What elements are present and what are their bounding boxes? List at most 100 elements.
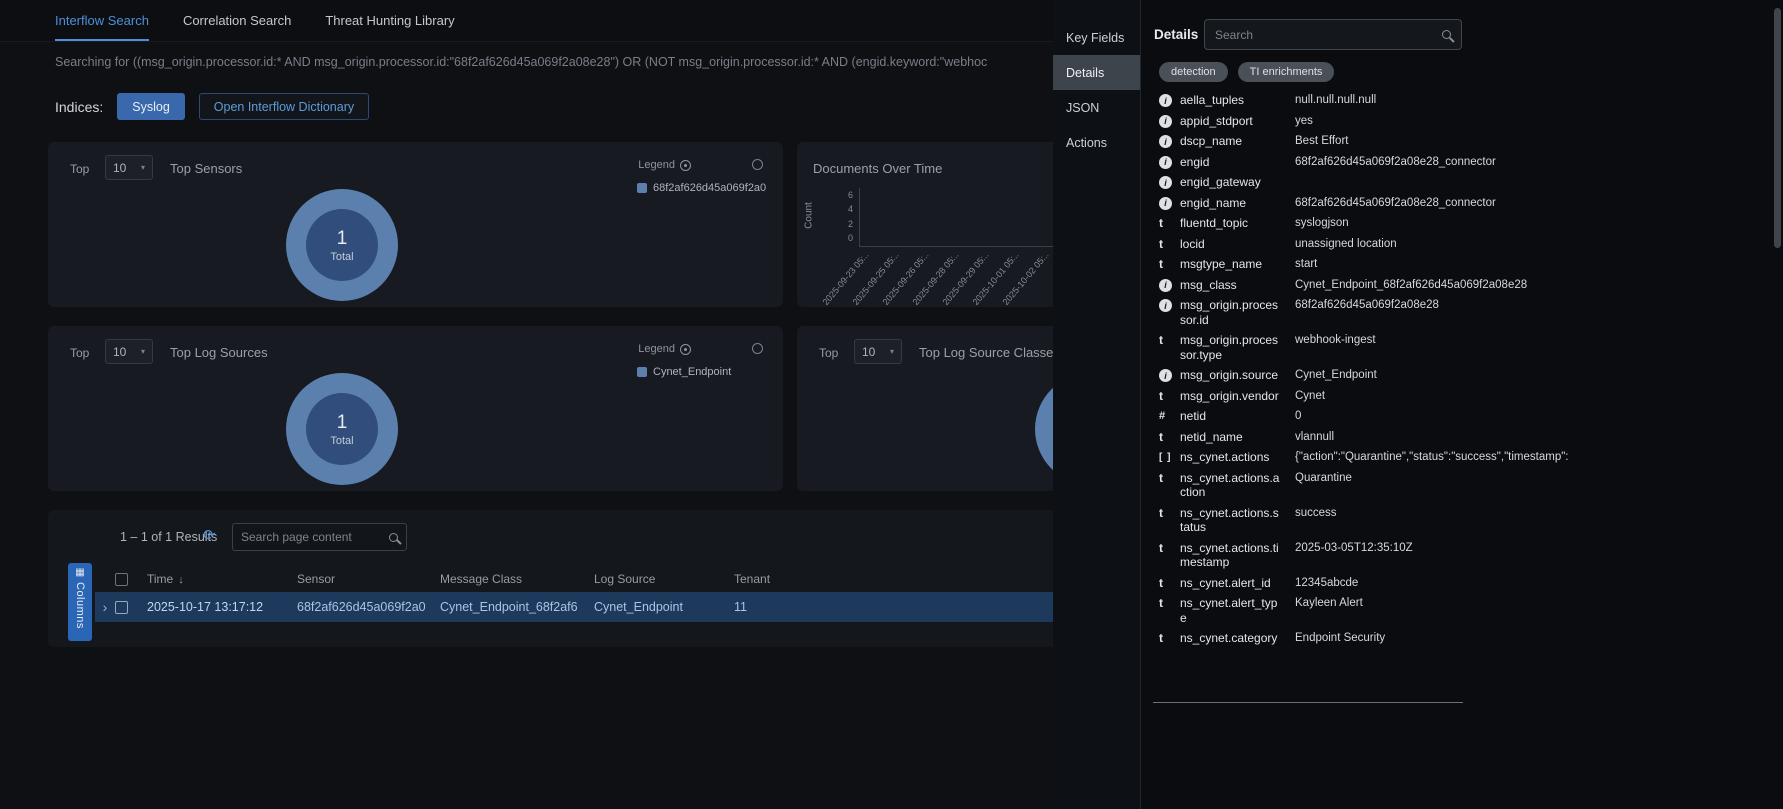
details-tags: detection TI enrichments (1159, 62, 1334, 82)
donut-total-label: Total (330, 435, 353, 447)
tab-item[interactable]: Threat Hunting Library (325, 0, 454, 41)
info-icon (1159, 197, 1172, 210)
legend-item[interactable]: Cynet_Endpoint (637, 366, 769, 378)
legend-item-label: 68f2af626d45a069f2a0 (653, 182, 766, 194)
tag-pill[interactable]: detection (1159, 62, 1228, 82)
field-row[interactable]: msg_class Cynet_Endpoint_68f2af626d45a06… (1141, 275, 1771, 296)
top-log-sources-donut-chart[interactable]: 1 Total (286, 373, 398, 485)
search-icon (389, 533, 398, 542)
details-search-input[interactable] (1215, 28, 1434, 42)
field-name: ns_cynet.actions.timestamp (1180, 541, 1281, 570)
legend-header[interactable]: Legend (638, 159, 691, 171)
page-content-search-input[interactable] (241, 530, 383, 544)
field-row[interactable]: netid_name vlannull (1141, 427, 1771, 448)
column-header-log-source[interactable]: Log Source (594, 572, 734, 586)
columns-button[interactable]: ▦ Columns (68, 563, 92, 641)
indices-label: Indices: (55, 99, 103, 115)
top-count-value: 10 (113, 345, 126, 359)
field-name: netid_name (1180, 430, 1281, 445)
field-row[interactable]: msg_origin.vendor Cynet (1141, 386, 1771, 407)
panel-expand-icon[interactable] (752, 343, 763, 354)
field-row[interactable]: aella_tuples null.null.null.null (1141, 90, 1771, 111)
field-row[interactable]: ns_cynet.actions.action Quarantine (1141, 468, 1771, 503)
field-name: locid (1180, 237, 1281, 252)
field-row[interactable]: fluentd_topic syslogjson (1141, 213, 1771, 234)
side-menu-item[interactable]: Key Fields (1053, 20, 1140, 55)
panel-title: Documents Over Time (813, 157, 942, 181)
field-name: msgtype_name (1180, 257, 1281, 272)
field-name: engid (1180, 155, 1281, 170)
open-interflow-dictionary-button[interactable]: Open Interflow Dictionary (199, 93, 369, 120)
y-axis-tick: 2 (831, 217, 853, 231)
field-value: Kayleen Alert (1295, 596, 1771, 611)
field-value: start (1295, 257, 1771, 272)
column-header-time[interactable]: Time↓ (147, 572, 297, 586)
legend-item[interactable]: 68f2af626d45a069f2a0 (637, 182, 769, 194)
top-label: Top (70, 157, 89, 181)
donut-total-value: 1 (337, 412, 348, 434)
top-log-source-classes-donut-chart[interactable] (1035, 373, 1053, 485)
tab-item[interactable]: Interflow Search (55, 0, 149, 41)
field-name: ns_cynet.alert_id (1180, 576, 1281, 591)
array-icon (1159, 451, 1171, 464)
column-header-sensor[interactable]: Sensor (297, 572, 440, 586)
tab-item[interactable]: Correlation Search (183, 0, 291, 41)
field-row[interactable]: engid_name 68f2af626d45a069f2a08e28_conn… (1141, 193, 1771, 214)
syslog-index-button[interactable]: Syslog (117, 93, 185, 120)
field-name: ns_cynet.alert_type (1180, 596, 1281, 625)
field-row[interactable]: dscp_name Best Effort (1141, 131, 1771, 152)
column-header-tenant[interactable]: Tenant (734, 572, 934, 586)
field-row[interactable]: msgtype_name start (1141, 254, 1771, 275)
top-sensors-donut-chart[interactable]: 1 Total (286, 189, 398, 301)
field-value: 68f2af626d45a069f2a08e28_connector (1295, 196, 1771, 211)
field-row[interactable]: netid 0 (1141, 406, 1771, 427)
refresh-icon[interactable]: ⟳ (203, 526, 216, 544)
field-name: engid_name (1180, 196, 1281, 211)
expand-row-icon[interactable]: › (103, 600, 108, 614)
x-axis-line (859, 246, 1053, 247)
legend-settings-icon[interactable] (680, 160, 691, 171)
field-row[interactable]: ns_cynet.category Endpoint Security (1141, 628, 1771, 649)
search-icon (1442, 30, 1451, 39)
field-row[interactable]: msg_origin.processor.id 68f2af626d45a069… (1141, 295, 1771, 330)
field-name: netid (1180, 409, 1281, 424)
legend-settings-icon[interactable] (680, 344, 691, 355)
field-name: msg_origin.source (1180, 368, 1281, 383)
field-row[interactable]: msg_origin.processor.type webhook-ingest (1141, 330, 1771, 365)
field-row[interactable]: engid_gateway (1141, 172, 1771, 193)
field-row[interactable]: locid unassigned location (1141, 234, 1771, 255)
panel-expand-icon[interactable] (752, 159, 763, 170)
field-value: unassigned location (1295, 237, 1771, 252)
text-icon (1159, 542, 1163, 555)
field-row[interactable]: engid 68f2af626d45a069f2a08e28_connector (1141, 152, 1771, 173)
field-row[interactable]: ns_cynet.alert_id 12345abcde (1141, 573, 1771, 594)
result-table-row[interactable]: › 2025-10-17 13:17:12 68f2af626d45a069f2… (95, 592, 1053, 622)
top-label: Top (819, 341, 838, 365)
scrollbar-thumb[interactable] (1774, 8, 1781, 248)
field-row[interactable]: msg_origin.source Cynet_Endpoint (1141, 365, 1771, 386)
field-row[interactable]: ns_cynet.alert_type Kayleen Alert (1141, 593, 1771, 628)
top-count-select[interactable]: 10 ▾ (105, 155, 153, 180)
tag-pill[interactable]: TI enrichments (1238, 62, 1335, 82)
side-menu-item[interactable]: JSON (1053, 90, 1140, 125)
details-panel-title: Details (1154, 27, 1198, 42)
top-count-select[interactable]: 10 ▾ (105, 339, 153, 364)
legend-header[interactable]: Legend (638, 343, 691, 355)
side-menu-item[interactable]: Details (1053, 55, 1140, 90)
field-name: msg_origin.processor.type (1180, 333, 1281, 362)
info-icon (1159, 115, 1172, 128)
chevron-down-icon: ▾ (141, 163, 145, 172)
field-row[interactable]: ns_cynet.actions.status success (1141, 503, 1771, 538)
top-count-select[interactable]: 10 ▾ (854, 339, 902, 364)
results-table: Time↓ Sensor Message Class Log Source Te… (95, 566, 1053, 622)
row-checkbox[interactable] (115, 601, 128, 614)
field-row[interactable]: ns_cynet.actions {"action":"Quarantine",… (1141, 447, 1771, 468)
side-menu-item[interactable]: Actions (1053, 125, 1140, 160)
page-content-search (232, 523, 407, 551)
search-query-line: Searching for ((msg_origin.processor.id:… (55, 55, 1047, 69)
field-name: fluentd_topic (1180, 216, 1281, 231)
column-header-message-class[interactable]: Message Class (440, 572, 594, 586)
field-row[interactable]: appid_stdport yes (1141, 111, 1771, 132)
select-all-checkbox[interactable] (115, 573, 128, 586)
field-row[interactable]: ns_cynet.actions.timestamp 2025-03-05T12… (1141, 538, 1771, 573)
